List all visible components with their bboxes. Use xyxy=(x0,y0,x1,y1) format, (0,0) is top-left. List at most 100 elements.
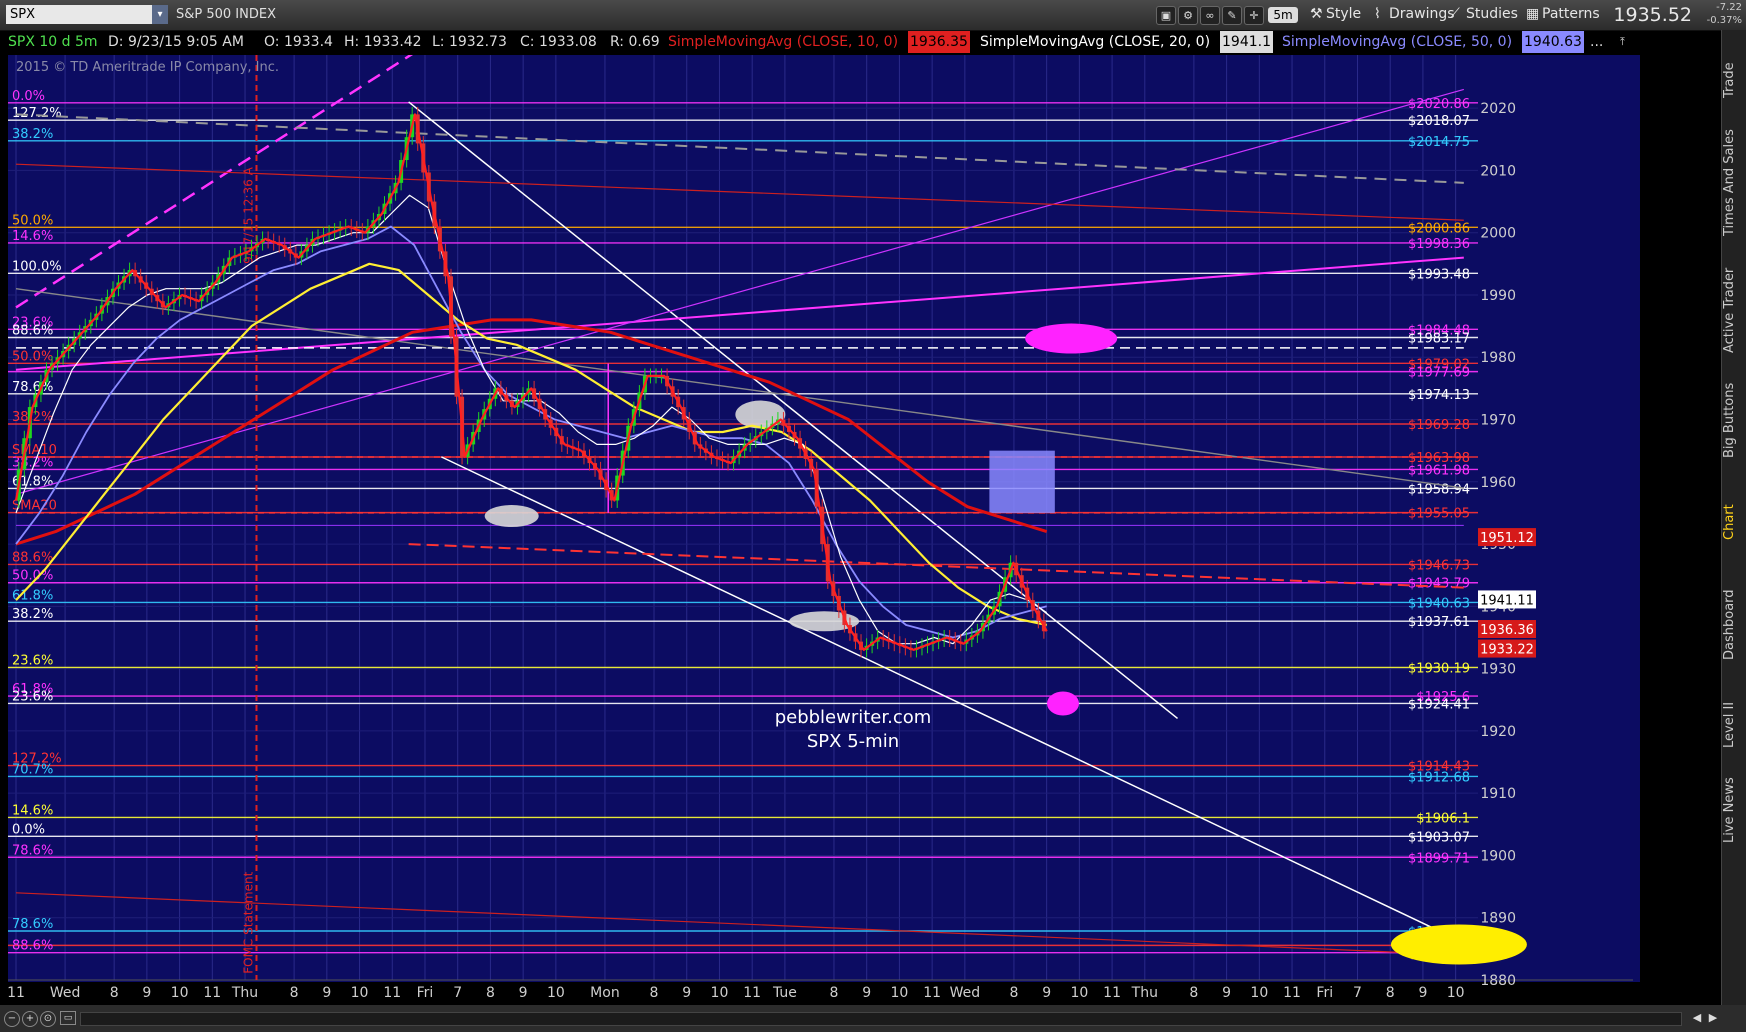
price-level-label: $1974.13 xyxy=(1408,388,1470,403)
patterns-icon[interactable]: ▦ xyxy=(1526,5,1539,24)
blue-target-box xyxy=(989,450,1055,513)
sma50-value: 1940.63 xyxy=(1522,31,1584,53)
tab-level-ii[interactable]: Level II xyxy=(1722,690,1746,760)
x-tick-label: 9 xyxy=(1222,985,1231,1001)
price-level-label: $1912.68 xyxy=(1408,770,1470,785)
fib-percent-label: 50.0% xyxy=(12,213,53,228)
price-level-label: $2014.75 xyxy=(1408,135,1470,150)
price-level-label: $1977.69 xyxy=(1408,366,1470,381)
price-level-label: $2018.07 xyxy=(1408,114,1470,129)
drawings-icon[interactable]: ⌇ xyxy=(1374,5,1381,24)
fib-percent-label: 14.6% xyxy=(12,229,53,244)
price-level-label: $1924.41 xyxy=(1408,697,1470,712)
fib-percent-label: 38.2% xyxy=(12,127,53,142)
x-tick-label: 7 xyxy=(1353,985,1362,1001)
scroll-left-icon[interactable]: ◀ xyxy=(1690,1011,1704,1025)
tab-times-and-sales[interactable]: Times And Sales xyxy=(1722,128,1746,238)
x-tick-label: 8 xyxy=(1009,985,1018,1001)
scroll-right-icon[interactable]: ▶ xyxy=(1706,1011,1720,1025)
bar-open: O: 1933.4 xyxy=(264,34,333,50)
y-tick-label: 1880 xyxy=(1480,973,1516,989)
y-tick-label: 1960 xyxy=(1480,475,1516,491)
price-level-label: $2000.86 xyxy=(1408,221,1470,236)
magenta-target-ellipse xyxy=(1025,323,1118,354)
price-level-label: $1903.07 xyxy=(1408,830,1470,845)
symbol-input[interactable]: SPX xyxy=(6,5,152,24)
chart-title: SPX 5-min xyxy=(807,731,899,752)
tools-icon[interactable]: ✎ xyxy=(1222,6,1242,25)
patterns-menu[interactable]: Patterns xyxy=(1542,5,1600,24)
x-tick-label: 9 xyxy=(322,985,331,1001)
x-tick-label: 11 xyxy=(383,985,401,1001)
fomc-label: FOMC Statement xyxy=(241,871,255,973)
price-chart[interactable]: $2020.860.0%$2018.07127.2%$2014.7538.2%$… xyxy=(8,55,1640,1005)
y-tick-label: 2000 xyxy=(1480,226,1516,242)
x-tick-label: 9 xyxy=(519,985,528,1001)
right-side-tabs: Trade Times And Sales Active Trader Big … xyxy=(1721,30,1746,1005)
chart-title: SPX 10 d 5m xyxy=(8,34,98,50)
price-level-label: $1899.71 xyxy=(1408,851,1470,866)
x-tick-label: 7 xyxy=(453,985,462,1001)
net-change: -7.22 xyxy=(1716,2,1742,13)
crosshair-icon[interactable]: ✛ xyxy=(1244,6,1264,25)
horizontal-scrollbar[interactable] xyxy=(80,1012,1682,1026)
x-tick-label: 10 xyxy=(1070,985,1088,1001)
reset-zoom-icon[interactable]: ⊙ xyxy=(40,1011,56,1027)
y-tick-label: 2010 xyxy=(1480,163,1516,179)
more-studies-button[interactable]: ... xyxy=(1590,31,1603,53)
zoom-in-icon[interactable]: + xyxy=(22,1011,38,1027)
y-tick-label: 1970 xyxy=(1480,413,1516,429)
x-tick-label: 8 xyxy=(650,985,659,1001)
x-tick-label: 8 xyxy=(486,985,495,1001)
x-tick-label: 11 xyxy=(743,985,761,1001)
fib-percent-label: 100.0% xyxy=(12,259,62,274)
y-tick-label: 1990 xyxy=(1480,288,1516,304)
fib-percent-label: 0.0% xyxy=(12,89,45,104)
tab-live-news[interactable]: Live News xyxy=(1722,765,1746,855)
copyright-text: 2015 © TD Ameritrade IP Company, Inc. xyxy=(16,60,279,75)
fib-percent-label: 70.7% xyxy=(12,762,53,777)
price-level-label: $1937.61 xyxy=(1408,615,1470,630)
x-tick-label: 9 xyxy=(142,985,151,1001)
fib-percent-label: 61.8% xyxy=(12,588,53,603)
x-tick-label: 9 xyxy=(1418,985,1427,1001)
studies-icon[interactable]: ⟋ xyxy=(1450,5,1460,24)
drawing-set-icon[interactable]: ▭ xyxy=(60,1011,76,1025)
style-icon[interactable]: ⚒ xyxy=(1310,5,1323,24)
y-tick-label: 2020 xyxy=(1480,101,1516,117)
style-menu[interactable]: Style xyxy=(1326,5,1361,24)
price-level-label: $1946.73 xyxy=(1408,558,1470,573)
camera-icon[interactable]: ▣ xyxy=(1156,6,1176,25)
price-level-label: $1961.98 xyxy=(1408,463,1470,478)
fib-percent-label: 23.6% xyxy=(12,653,53,668)
tab-big-buttons[interactable]: Big Buttons xyxy=(1722,370,1746,470)
drawings-menu[interactable]: Drawings xyxy=(1389,5,1455,24)
link-icon[interactable]: ∞ xyxy=(1200,6,1220,25)
tab-chart[interactable]: Chart xyxy=(1722,485,1746,560)
interval-button[interactable]: 5m xyxy=(1268,7,1298,23)
settings-icon[interactable]: ⚙ xyxy=(1178,6,1198,25)
sma10-value: 1936.35 xyxy=(908,31,970,53)
symbol-dropdown-icon[interactable]: ▾ xyxy=(152,5,168,24)
sma10-label: SimpleMovingAvg (CLOSE, 10, 0) xyxy=(668,34,899,50)
x-tick-label: 8 xyxy=(1386,985,1395,1001)
y-tick-label: 1930 xyxy=(1480,662,1516,678)
yellow-target-ellipse xyxy=(1390,924,1527,965)
tab-trade[interactable]: Trade xyxy=(1722,38,1746,122)
x-tick-label: 11 xyxy=(203,985,221,1001)
magenta-target-dot xyxy=(1047,691,1080,716)
tab-dashboard[interactable]: Dashboard xyxy=(1722,575,1746,675)
tab-active-trader[interactable]: Active Trader xyxy=(1722,260,1746,360)
x-tick-label: Mon xyxy=(590,985,620,1001)
x-tick-label: 10 xyxy=(891,985,909,1001)
zoom-out-icon[interactable]: − xyxy=(4,1011,20,1027)
collapse-icon[interactable]: ⤒ xyxy=(1620,31,1625,53)
studies-menu[interactable]: Studies xyxy=(1466,5,1518,24)
x-tick-label: 8 xyxy=(290,985,299,1001)
price-level-label: $1993.48 xyxy=(1408,267,1470,282)
x-tick-label: 8 xyxy=(1189,985,1198,1001)
y-tick-label: 1890 xyxy=(1480,911,1516,927)
price-tag-label: 1941.11 xyxy=(1480,593,1534,608)
x-tick-label: Tue xyxy=(772,985,797,1001)
y-tick-label: 1980 xyxy=(1480,350,1516,366)
